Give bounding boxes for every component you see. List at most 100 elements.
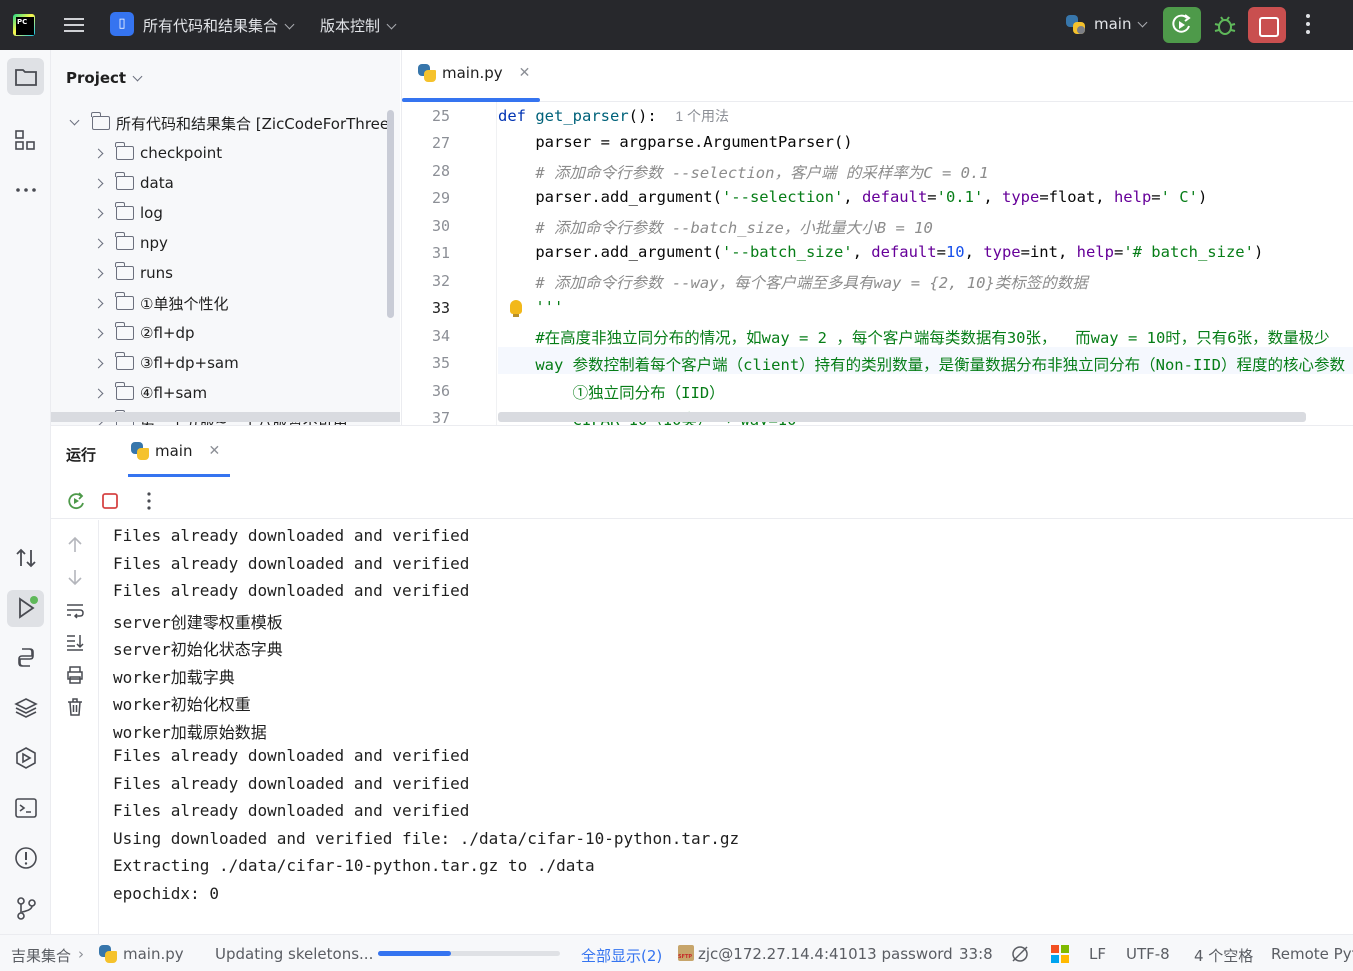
- editor-hscrollbar[interactable]: [498, 412, 1306, 422]
- git-icon[interactable]: [13, 895, 39, 921]
- task-progress-bar: [378, 951, 560, 956]
- terminal-icon[interactable]: [13, 795, 39, 821]
- caret-position[interactable]: 33:8: [959, 945, 993, 963]
- expand-right-icon[interactable]: [93, 328, 104, 338]
- tab-main-py[interactable]: main.py ✕: [418, 64, 530, 82]
- line-number: 32: [431, 272, 450, 290]
- tree-root[interactable]: 所有代码和结果集合 [ZicCodeForThree]: [69, 108, 395, 138]
- interpreter[interactable]: Remote Python: [1271, 945, 1353, 963]
- close-tab-icon[interactable]: ✕: [519, 65, 531, 81]
- expand-right-icon[interactable]: [93, 178, 104, 188]
- arrow-up-icon[interactable]: [65, 535, 85, 555]
- line-number: 34: [431, 327, 450, 345]
- chevron-down-icon: [132, 71, 143, 82]
- console-line: server初始化状态字典: [113, 640, 283, 659]
- chevron-down-icon: [284, 19, 295, 30]
- stop-icon[interactable]: [99, 490, 121, 512]
- code-text: parser.add_argument(: [498, 243, 722, 261]
- tree-item[interactable]: checkpoint: [93, 138, 222, 168]
- print-icon[interactable]: [65, 665, 85, 685]
- usage-hint[interactable]: 1 个用法: [675, 108, 729, 124]
- main-menu-icon[interactable]: [62, 13, 86, 37]
- breadcrumb-project[interactable]: 吉果集合: [11, 945, 71, 966]
- stop-button[interactable]: [1248, 7, 1286, 43]
- console-line: Extracting ./data/cifar-10-python.tar.gz…: [113, 856, 595, 875]
- vcs-transfer-icon[interactable]: [13, 545, 39, 571]
- folder-icon: [115, 382, 134, 400]
- run-tab-main[interactable]: main ✕: [131, 442, 220, 460]
- tree-item[interactable]: ④fl+sam: [93, 378, 208, 408]
- background-task[interactable]: Updating skeletons...: [215, 945, 373, 963]
- structure-icon[interactable]: [13, 128, 39, 154]
- debug-icon[interactable]: [1212, 12, 1238, 38]
- python-console-icon[interactable]: [13, 645, 39, 671]
- file-encoding[interactable]: UTF-8: [1126, 945, 1170, 963]
- no-inspection-icon[interactable]: [1010, 944, 1030, 964]
- code-text: ,: [964, 243, 984, 261]
- indent-setting[interactable]: 4 个空格: [1194, 945, 1253, 966]
- layers-icon[interactable]: [13, 695, 39, 721]
- lightbulb-icon[interactable]: [510, 300, 522, 317]
- code-line-33: ''': [498, 298, 564, 316]
- trash-icon[interactable]: [65, 697, 85, 717]
- code-line-31: parser.add_argument('--batch_size', defa…: [498, 243, 1263, 261]
- console-line: server创建零权重模板: [113, 613, 283, 632]
- more-tools-icon[interactable]: [13, 177, 39, 203]
- expand-down-icon[interactable]: [69, 115, 80, 125]
- rerun-icon[interactable]: [65, 490, 87, 512]
- tree-item[interactable]: runs: [93, 258, 173, 288]
- show-all-tasks-link[interactable]: 全部显示(2): [581, 945, 662, 966]
- project-panel: Project 所有代码和结果集合 [ZicCodeForThree] chec…: [51, 50, 400, 425]
- tree-item[interactable]: data: [93, 168, 174, 198]
- tree-item[interactable]: ③fl+dp+sam: [93, 348, 239, 378]
- code-text: ): [1253, 243, 1264, 261]
- project-hscrollbar[interactable]: [51, 412, 400, 422]
- tree-item[interactable]: npy: [93, 228, 168, 258]
- editor: main.py ✕ 25 27 28 29 30 31 32 33 34 35 …: [401, 50, 1353, 425]
- breadcrumb-file[interactable]: main.py: [99, 945, 184, 963]
- tree-item[interactable]: ②fl+dp: [93, 318, 195, 348]
- vcs-menu[interactable]: 版本控制: [320, 15, 397, 36]
- expand-right-icon[interactable]: [93, 148, 104, 158]
- soft-wrap-icon[interactable]: [65, 600, 85, 620]
- close-tab-icon[interactable]: ✕: [208, 443, 220, 459]
- project-scrollbar[interactable]: [387, 110, 394, 318]
- number: 10: [945, 243, 965, 261]
- tree-item-label: runs: [140, 264, 173, 282]
- expand-right-icon[interactable]: [93, 238, 104, 248]
- tree-item[interactable]: ①单独个性化: [93, 288, 228, 318]
- python-config-icon: [1066, 15, 1085, 34]
- line-number: 27: [431, 134, 450, 152]
- string: '0.1': [936, 188, 984, 206]
- arrow-down-icon[interactable]: [65, 567, 85, 587]
- string: ' C': [1160, 188, 1198, 206]
- expand-right-icon[interactable]: [93, 268, 104, 278]
- tree-item-label: ④fl+sam: [140, 384, 208, 402]
- remote-host[interactable]: zjc@172.27.14.4:41013 password: [678, 945, 953, 963]
- expand-right-icon[interactable]: [93, 298, 104, 308]
- expand-right-icon[interactable]: [93, 208, 104, 218]
- expand-right-icon[interactable]: [93, 358, 104, 368]
- code-text: ): [1197, 188, 1208, 206]
- console-line: Files already downloaded and verified: [113, 526, 470, 545]
- more-options-icon[interactable]: [1306, 14, 1312, 36]
- project-selector[interactable]: 所有代码和结果集合: [143, 15, 295, 36]
- console-line: Files already downloaded and verified: [113, 581, 470, 600]
- expand-right-icon[interactable]: [93, 388, 104, 398]
- rerun-button[interactable]: [1163, 7, 1201, 43]
- tree-root-label: 所有代码和结果集合 [ZicCodeForThree]: [116, 114, 395, 133]
- line-separator[interactable]: LF: [1089, 945, 1106, 963]
- code-area[interactable]: def get_parser(): 1 个用法 parser = argpars…: [498, 102, 1353, 425]
- tree-item[interactable]: log: [93, 198, 163, 228]
- kwarg: default: [871, 243, 937, 261]
- problems-icon[interactable]: [13, 845, 39, 871]
- line-number: 29: [431, 189, 450, 207]
- project-panel-title[interactable]: Project: [66, 69, 143, 87]
- console-output[interactable]: Files already downloaded and verified Fi…: [113, 520, 1343, 930]
- more-options-icon[interactable]: [139, 490, 159, 512]
- run-config-selector[interactable]: main: [1094, 15, 1148, 33]
- services-icon[interactable]: [13, 745, 39, 771]
- scroll-to-end-icon[interactable]: [65, 632, 85, 652]
- project-widget-icon[interactable]: ▯: [110, 12, 134, 36]
- code-text: =: [927, 188, 937, 206]
